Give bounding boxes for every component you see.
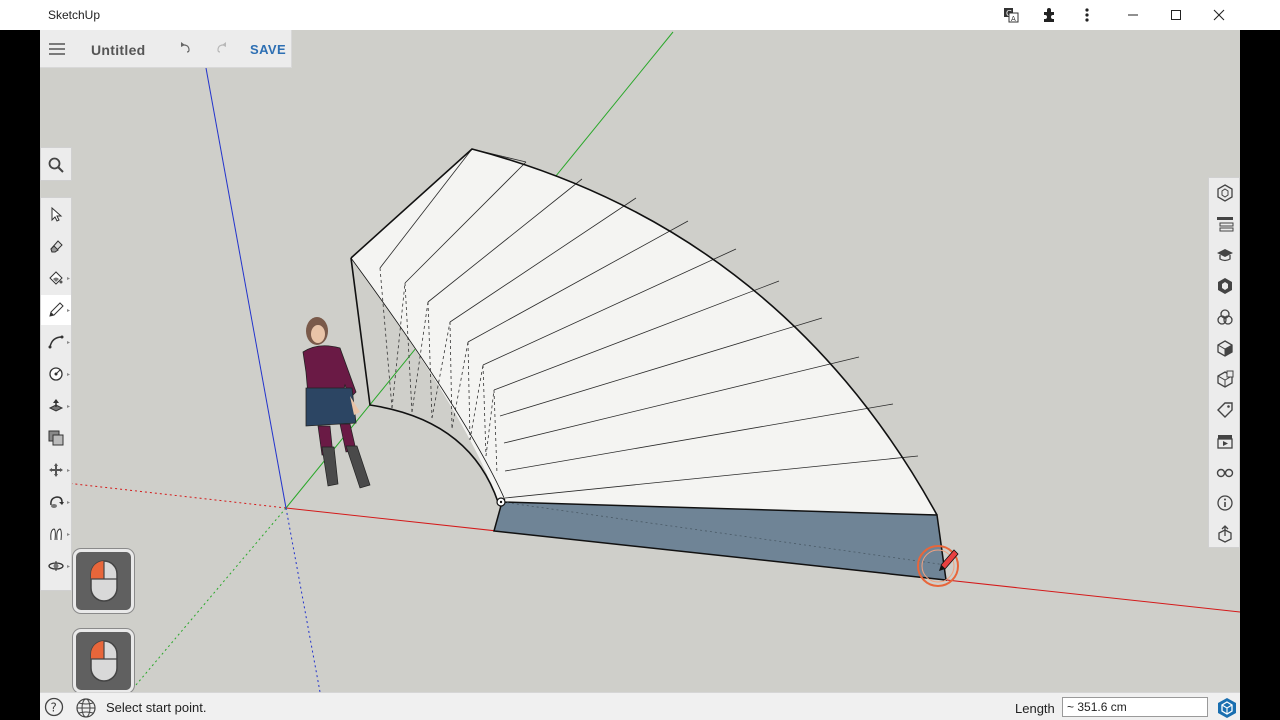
red-axis-negative	[40, 479, 287, 509]
measurement-label: Length	[1015, 701, 1055, 716]
styles-icon[interactable]	[1210, 333, 1240, 363]
window-titlebar: SketchUp GA	[0, 0, 1280, 30]
arc-icon[interactable]: ▸	[41, 327, 71, 357]
tool-flyout-arrow: ▸	[66, 308, 70, 314]
tool-panel: ▸ ▸ ▸ ▸ ▸ ▸ ▸ ▸ ▸	[40, 197, 72, 591]
scale-figure[interactable]	[302, 317, 371, 489]
display-glasses-icon[interactable]	[1210, 457, 1240, 487]
move-icon[interactable]: ▸	[41, 455, 71, 485]
tool-flyout-arrow: ▸	[66, 340, 70, 346]
file-title[interactable]: Untitled	[91, 42, 146, 58]
hamburger-menu-icon[interactable]	[46, 38, 68, 60]
materials-icon[interactable]	[1210, 302, 1240, 332]
scenes-clapper-icon[interactable]	[1210, 426, 1240, 456]
components-icon[interactable]	[1210, 271, 1240, 301]
measurement-input[interactable]: ~ 351.6 cm	[1062, 697, 1208, 717]
follow-me-icon[interactable]: ▸	[41, 519, 71, 549]
mouse-icon	[89, 640, 118, 682]
letterbox-right	[1240, 30, 1280, 720]
paint-bucket-icon[interactable]: ▸	[41, 263, 71, 293]
outliner-icon[interactable]	[1210, 209, 1240, 239]
extensions-icon[interactable]	[1031, 0, 1067, 30]
tool-flyout-arrow: ▸	[66, 276, 70, 282]
save-button[interactable]: SAVE	[250, 42, 286, 57]
tool-flyout-arrow: ▸	[66, 468, 70, 474]
pencil-icon[interactable]: ▸	[41, 295, 71, 325]
status-message: Select start point.	[106, 700, 207, 715]
endpoint-marker-dot	[499, 500, 503, 504]
mouse-hint-left-click-2	[73, 629, 134, 693]
push-pull-icon[interactable]: ▸	[41, 391, 71, 421]
export-icon[interactable]	[1210, 519, 1240, 549]
maximize-icon[interactable]	[1154, 0, 1198, 30]
tool-flyout-arrow: ▸	[66, 564, 70, 570]
offset-icon[interactable]	[41, 423, 71, 453]
mouse-hint-left-click	[73, 549, 134, 613]
instructor-icon[interactable]	[1210, 240, 1240, 270]
svg-text:A: A	[1011, 15, 1016, 23]
translate-icon[interactable]: GA	[993, 0, 1029, 30]
tags-icon[interactable]	[1210, 395, 1240, 425]
file-toolbar: Untitled SAVE	[40, 30, 292, 68]
geolocation-globe-icon[interactable]	[75, 697, 97, 719]
search-panel	[40, 147, 72, 181]
rotate-icon[interactable]: ▸	[41, 487, 71, 517]
letterbox-left	[0, 30, 40, 720]
undo-icon[interactable]	[176, 39, 194, 57]
search-icon[interactable]	[41, 150, 71, 180]
sketchup-logo-icon	[1216, 697, 1238, 719]
scenes-icon[interactable]	[1210, 364, 1240, 394]
orbit-icon[interactable]: ▸	[41, 551, 71, 581]
svg-text:?: ?	[51, 701, 57, 715]
tool-flyout-arrow: ▸	[66, 372, 70, 378]
tool-flyout-arrow: ▸	[66, 404, 70, 410]
base-face[interactable]	[493, 501, 947, 581]
tool-flyout-arrow: ▸	[66, 500, 70, 506]
help-icon[interactable]: ?	[44, 697, 64, 717]
app-title: SketchUp	[48, 8, 101, 22]
redo-icon[interactable]	[213, 39, 231, 57]
info-icon[interactable]	[1210, 488, 1240, 518]
blue-axis	[205, 67, 287, 509]
mouse-icon	[89, 560, 118, 602]
more-vertical-icon[interactable]	[1069, 0, 1105, 30]
close-icon[interactable]	[1197, 0, 1241, 30]
status-bar: ? Select start point. Length ~ 351.6 cm	[40, 692, 1240, 720]
tool-flyout-arrow: ▸	[66, 532, 70, 538]
tape-measure-icon[interactable]: ▸	[41, 359, 71, 389]
select-icon[interactable]	[41, 199, 71, 229]
modeling-viewport[interactable]	[40, 30, 1240, 692]
minimize-icon[interactable]	[1111, 0, 1155, 30]
entity-info-icon[interactable]	[1210, 178, 1240, 208]
scene-canvas[interactable]	[40, 30, 1240, 692]
panels-toolbar	[1208, 177, 1240, 548]
blue-axis-negative	[285, 507, 321, 692]
eraser-icon[interactable]	[41, 231, 71, 261]
green-axis-negative	[129, 507, 287, 692]
